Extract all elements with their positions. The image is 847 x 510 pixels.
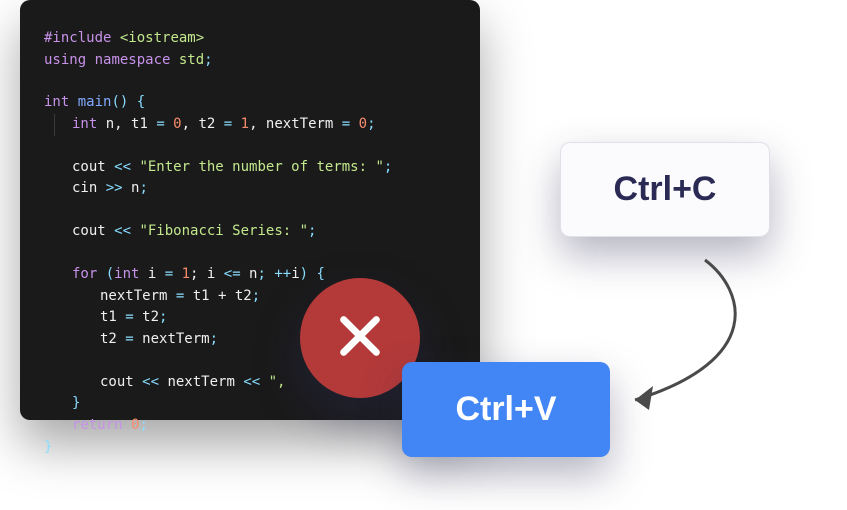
- code-line: return 0;: [44, 415, 456, 437]
- copy-label: Ctrl+C: [614, 170, 717, 209]
- code-line: cout << "Fibonacci Series: ";: [44, 221, 456, 243]
- code-line: int main() {: [44, 92, 456, 114]
- paste-card: Ctrl+V: [402, 362, 610, 457]
- code-line: #include <iostream>: [44, 28, 456, 50]
- token-include: <iostream>: [111, 30, 204, 46]
- code-line: cin >> n;: [44, 178, 456, 200]
- cross-icon: [332, 308, 388, 368]
- paste-label: Ctrl+V: [455, 390, 556, 429]
- code-line: cout << "Enter the number of terms: ";: [44, 157, 456, 179]
- code-line: using namespace std;: [44, 50, 456, 72]
- code-line: for (int i = 1; i <= n; ++i) {: [44, 264, 456, 286]
- arrow-icon: [595, 250, 775, 420]
- copy-card: Ctrl+C: [560, 142, 770, 237]
- code-line: }: [44, 393, 456, 415]
- token-keyword: #include: [44, 30, 111, 46]
- code-line: }: [44, 437, 456, 459]
- code-line: int n, t1 = 0, t2 = 1, nextTerm = 0;: [44, 114, 456, 136]
